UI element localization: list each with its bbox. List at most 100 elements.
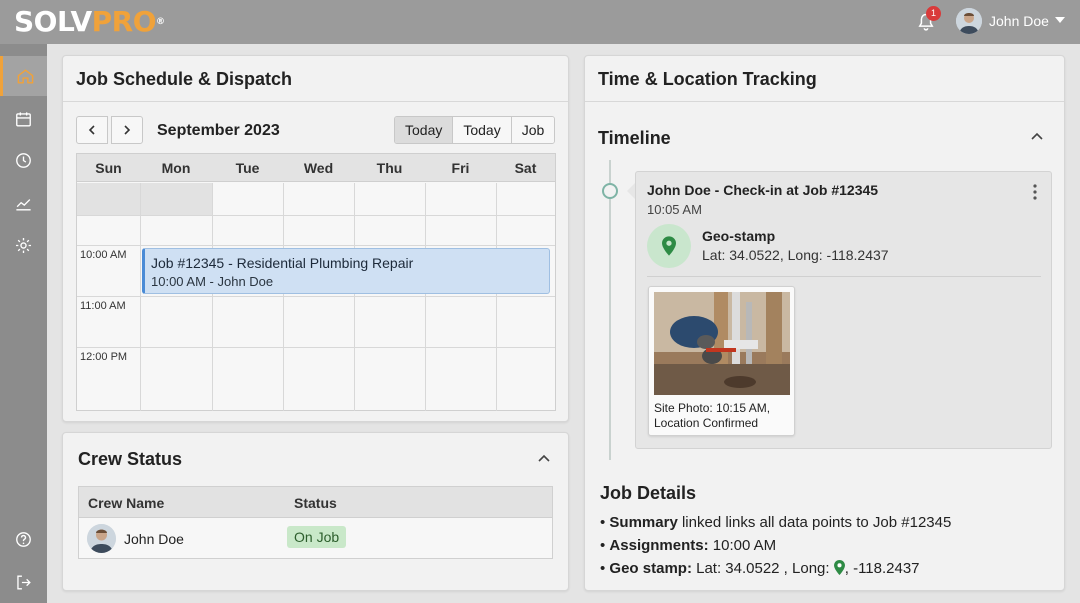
user-avatar-image <box>956 8 982 34</box>
logo-registered-mark: ® <box>156 17 165 27</box>
list-item: • Geo stamp: Lat: 34.0522 , Long: , -118… <box>600 560 920 577</box>
user-name[interactable]: John Doe <box>989 13 1049 29</box>
card-header: Job Schedule & Dispatch <box>63 56 568 102</box>
crew-avatar-image <box>87 524 116 553</box>
site-photo-card[interactable]: Site Photo: 10:15 AM, Location Confirmed <box>648 286 795 436</box>
day-header-sat: Sat <box>514 160 537 176</box>
map-pin-icon <box>662 236 676 256</box>
summary-text: linked links all data points to Job #123… <box>677 514 952 531</box>
brand-logo[interactable]: SOLVPRO® <box>14 6 165 38</box>
column-header-status: Status <box>294 495 337 511</box>
column-header-crew-name: Crew Name <box>88 495 165 511</box>
logout-icon <box>17 574 31 590</box>
chevron-up-icon[interactable] <box>1030 130 1044 144</box>
day-header-thu: Thu <box>376 160 403 176</box>
event-subtitle: 10:00 AM - John Doe <box>151 274 274 289</box>
day-header-tue: Tue <box>235 160 260 176</box>
time-label-12pm: 12:00 PM <box>80 351 128 363</box>
assignments-label: Assignments: <box>609 537 709 554</box>
clock-icon <box>16 152 31 168</box>
card-title: Job Schedule & Dispatch <box>76 69 293 89</box>
month-label: September 2023 <box>157 122 280 139</box>
crew-table-header: Crew Name Status <box>79 487 552 518</box>
job-event[interactable]: Job #12345 - Residential Plumbing Repair… <box>142 248 550 294</box>
event-title: Job #12345 - Residential Plumbing Repair <box>151 255 414 271</box>
job-schedule-card: Job Schedule & Dispatch September 2023 T… <box>62 55 569 422</box>
entry-title: John Doe - Check-in at Job #12345 <box>647 182 879 198</box>
sidebar-item-help[interactable] <box>0 519 47 559</box>
sidebar-item-settings[interactable] <box>0 225 47 265</box>
allday-cell-sun[interactable] <box>77 183 140 215</box>
divider <box>647 276 1041 277</box>
entry-time: 10:05 AM <box>647 202 702 217</box>
summary-label: Summary <box>609 514 678 531</box>
notification-badge: 1 <box>926 6 941 21</box>
sidebar-item-logout[interactable] <box>0 562 47 602</box>
sidebar <box>0 44 47 603</box>
geo-stamp-coords: Lat: 34.0522, Long: -118.2437 <box>702 247 889 263</box>
chevron-right-icon <box>124 125 131 135</box>
gear-icon <box>15 237 32 253</box>
geo-stamp-detail-lat: Lat: 34.0522 , Long: <box>691 560 834 577</box>
crew-name: John Doe <box>124 531 184 547</box>
logo-text-solv: SOLV <box>14 5 92 38</box>
geo-stamp-badge <box>647 224 691 268</box>
allday-cell-mon[interactable] <box>140 183 212 215</box>
photo-caption: Site Photo: 10:15 AM, Location Confirmed <box>654 401 770 431</box>
sidebar-item-calendar[interactable] <box>0 99 47 139</box>
job-details-list: • Summary linked links all data points t… <box>600 511 951 580</box>
chevron-left-icon <box>88 125 95 135</box>
tracking-card: Time & Location Tracking Timeline John D… <box>584 55 1065 591</box>
day-header-fri: Fri <box>451 160 470 176</box>
job-details-title: Job Details <box>600 483 697 503</box>
chevron-up-icon[interactable] <box>537 452 551 466</box>
timeline-entry[interactable]: John Doe - Check-in at Job #12345 10:05 … <box>635 171 1052 449</box>
time-label-10am: 10:00 AM <box>80 249 127 261</box>
calendar-icon <box>16 111 31 127</box>
avatar[interactable] <box>956 8 982 34</box>
time-label-11am: 11:00 AM <box>80 300 126 312</box>
view-toggle-group: Today Today Job <box>394 116 556 144</box>
view-today-button[interactable]: Today <box>395 117 454 143</box>
day-header-mon: Mon <box>161 160 191 176</box>
chevron-down-icon[interactable] <box>1055 17 1065 23</box>
sidebar-item-time[interactable] <box>0 140 47 180</box>
top-bar: SOLVPRO® 1 John Doe <box>0 0 1080 44</box>
logo-text-pro: PRO <box>91 5 157 38</box>
status-badge: On Job <box>287 526 347 548</box>
view-job-button[interactable]: Job <box>511 117 555 143</box>
home-icon <box>17 68 33 84</box>
geo-stamp-detail-long: , -118.2437 <box>844 560 920 577</box>
geo-stamp-detail-label: Geo stamp: <box>609 560 692 577</box>
crew-status-card: Crew Status Crew Name Status John Doe On… <box>62 432 569 591</box>
geo-stamp-label: Geo-stamp <box>702 228 776 244</box>
sidebar-item-reports[interactable] <box>0 183 47 223</box>
view-today-button-2[interactable]: Today <box>453 117 512 143</box>
list-item: • Summary linked links all data points t… <box>600 514 952 531</box>
timeline-arrow <box>627 183 635 199</box>
card-title: Time & Location Tracking <box>598 69 817 89</box>
help-icon <box>16 531 31 547</box>
timeline-line <box>609 160 611 460</box>
site-photo <box>654 292 790 395</box>
list-item: • Assignments: 10:00 AM <box>600 537 777 554</box>
prev-month-button[interactable] <box>76 116 108 144</box>
calendar-grid: Sun Mon Tue Wed Thu Fri Sat 10:00 AM 11:… <box>76 153 556 411</box>
more-vertical-icon[interactable] <box>1033 184 1037 200</box>
chart-icon <box>16 198 31 211</box>
photo-caption-line1: Site Photo: 10:15 AM, <box>654 401 771 415</box>
sidebar-item-home[interactable] <box>0 56 47 96</box>
card-title: Crew Status <box>78 449 183 469</box>
day-header-wed: Wed <box>303 160 334 176</box>
photo-caption-line2: Location Confirmed <box>654 416 759 430</box>
timeline-title: Timeline <box>598 128 671 148</box>
next-month-button[interactable] <box>111 116 143 144</box>
map-pin-icon <box>833 560 845 575</box>
card-header: Time & Location Tracking <box>585 56 1064 102</box>
timeline-dot <box>602 183 618 199</box>
site-photo-image <box>654 292 790 395</box>
assignments-text: 10:00 AM <box>708 537 777 554</box>
calendar-header: Sun Mon Tue Wed Thu Fri Sat <box>77 154 555 182</box>
crew-table: Crew Name Status John Doe On Job <box>78 486 553 559</box>
avatar <box>87 524 116 553</box>
